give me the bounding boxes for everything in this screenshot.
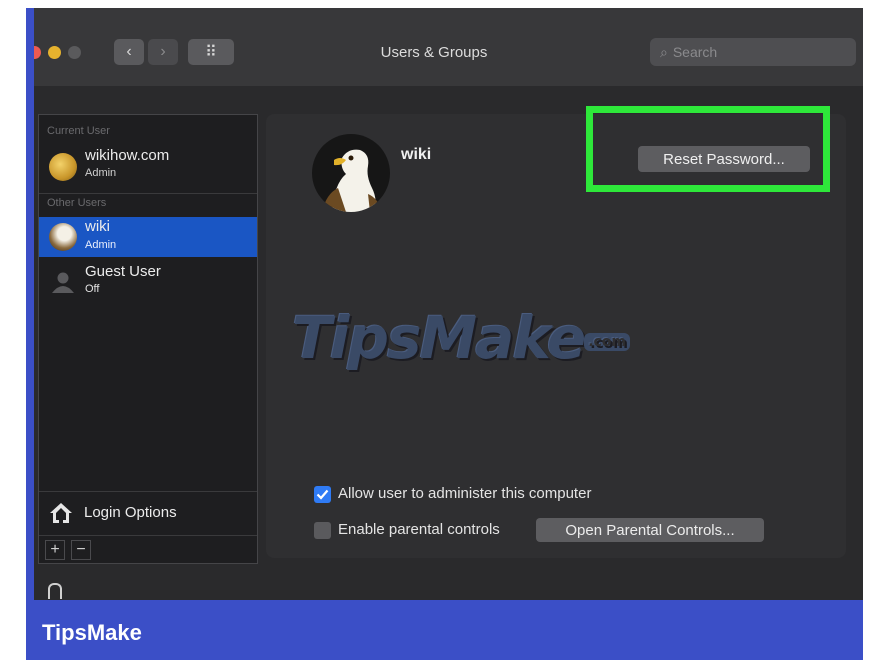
login-options-label: Login Options: [84, 504, 177, 521]
checkmark-icon: [316, 489, 329, 500]
add-remove-bar: + −: [39, 535, 257, 564]
reset-password-button[interactable]: Reset Password...: [638, 146, 810, 172]
open-parental-controls-button[interactable]: Open Parental Controls...: [536, 518, 764, 542]
search-icon: ⌕: [660, 43, 668, 60]
guest-user-icon: [51, 271, 75, 293]
footer-brand: TipsMake: [42, 620, 142, 645]
window-title: Users & Groups: [380, 44, 488, 61]
show-all-button[interactable]: ⠿: [188, 39, 234, 65]
back-button[interactable]: ‹: [114, 39, 144, 65]
user-avatar[interactable]: [312, 134, 390, 212]
lock-icon[interactable]: [48, 583, 62, 599]
user-role: Admin: [85, 239, 117, 251]
other-users-header: Other Users: [47, 197, 107, 209]
current-user-header: Current User: [47, 125, 110, 137]
remove-user-button[interactable]: −: [71, 540, 91, 560]
user-name-heading: wiki: [401, 146, 432, 163]
close-button[interactable]: [34, 46, 41, 59]
house-icon: [49, 502, 73, 524]
eagle-icon: [322, 149, 382, 212]
allow-admin-label: Allow user to administer this computer: [338, 485, 592, 502]
users-sidebar: Current User wikihow.com Admin Other Use…: [38, 114, 258, 564]
search-field[interactable]: ⌕ Search: [650, 38, 856, 66]
divider: [39, 193, 257, 194]
parental-controls-label: Enable parental controls: [338, 521, 500, 538]
user-role: Off: [85, 283, 100, 295]
user-role: Admin: [85, 167, 117, 179]
search-placeholder: Search: [672, 44, 718, 60]
user-name: Guest User: [85, 263, 161, 280]
add-user-button[interactable]: +: [45, 540, 65, 560]
allow-admin-checkbox[interactable]: [314, 486, 331, 503]
login-options-button[interactable]: Login Options: [39, 491, 257, 536]
list-item-wiki[interactable]: wiki Admin: [39, 217, 257, 257]
user-name: wikihow.com: [85, 147, 170, 164]
chevron-left-icon: ‹: [126, 43, 132, 60]
minimize-button[interactable]: [48, 46, 61, 59]
avatar: [49, 223, 77, 251]
forward-button[interactable]: ›: [148, 39, 178, 65]
grid-icon: ⠿: [205, 44, 217, 61]
user-name: wiki: [85, 218, 110, 235]
watermark-text: TipsMake: [292, 304, 586, 372]
users-groups-window: ‹ › ⠿ Users & Groups ⌕ Search Current Us…: [34, 8, 863, 600]
avatar: [49, 153, 77, 181]
parental-controls-checkbox[interactable]: [314, 522, 331, 539]
watermark-suffix: .com: [584, 332, 631, 351]
user-detail-panel: wiki Reset Password... TipsMake .com Allo…: [266, 106, 846, 558]
watermark: TipsMake .com: [292, 304, 631, 372]
frame-background: ‹ › ⠿ Users & Groups ⌕ Search Current Us…: [26, 8, 863, 660]
zoom-button[interactable]: [68, 46, 81, 59]
title-bar: ‹ › ⠿ Users & Groups ⌕ Search: [34, 8, 863, 86]
chevron-right-icon: ›: [160, 43, 166, 60]
